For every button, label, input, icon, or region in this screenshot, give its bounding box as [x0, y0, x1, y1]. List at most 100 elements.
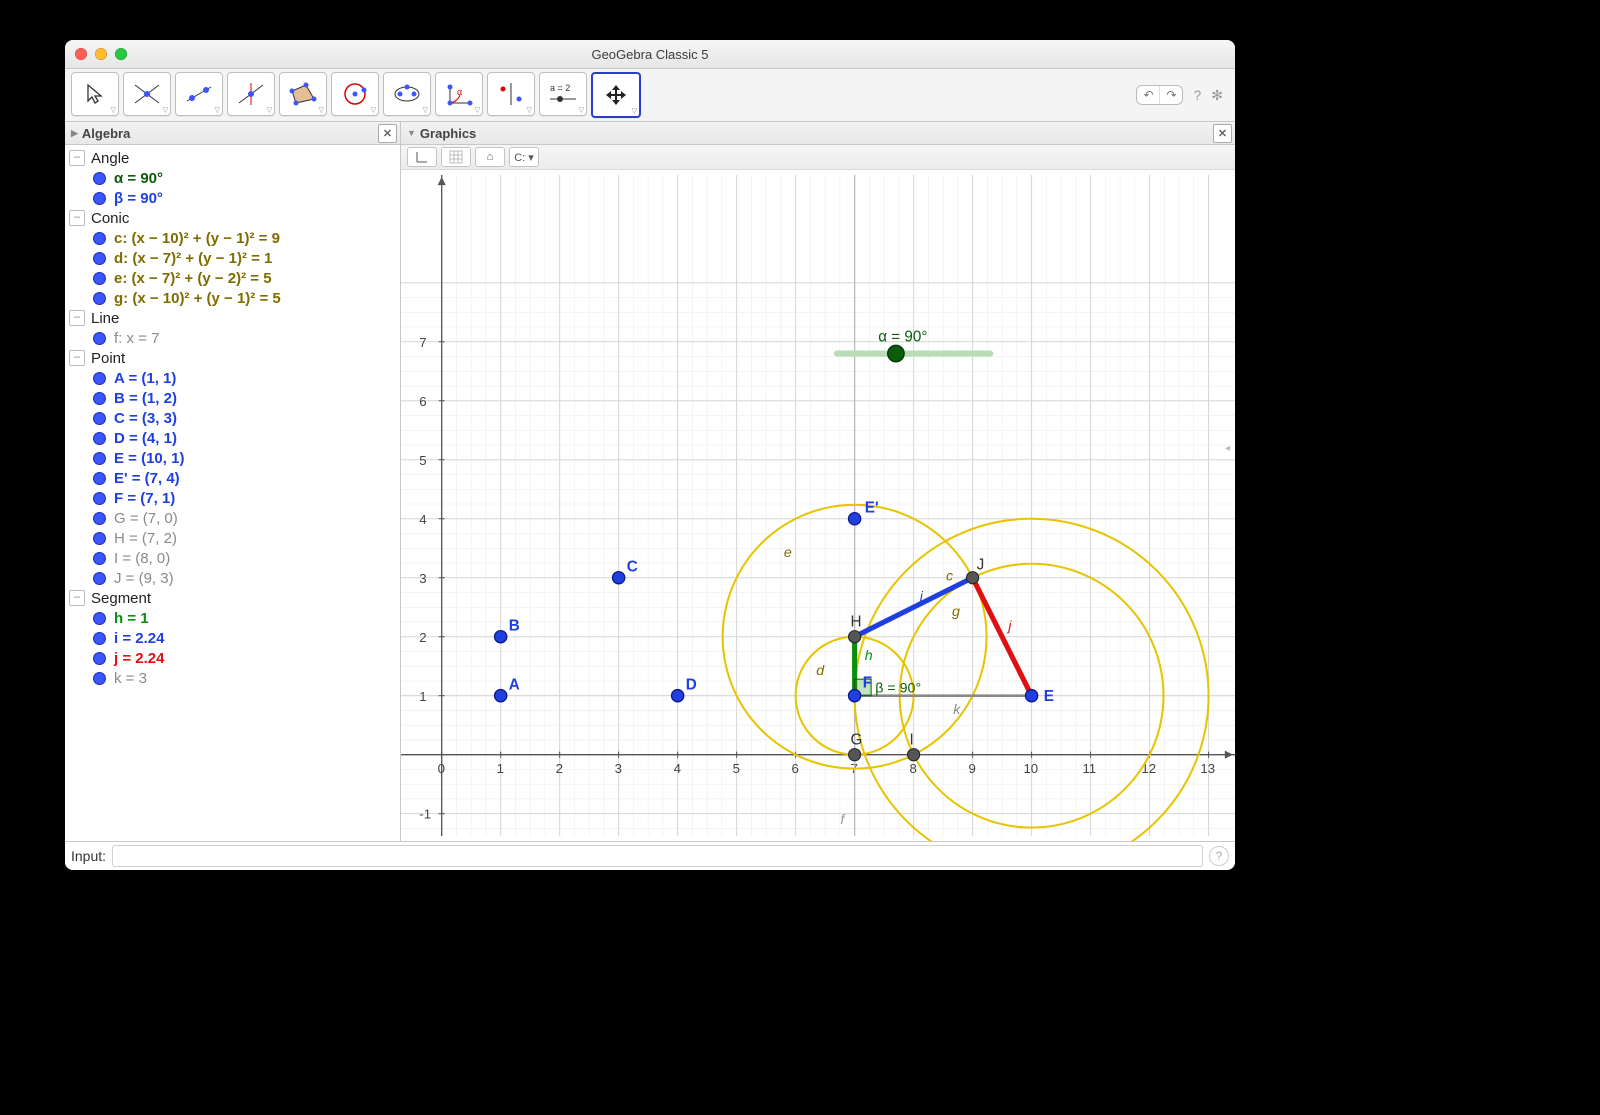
- algebra-item[interactable]: F = (7, 1): [69, 488, 400, 508]
- algebra-category[interactable]: –Point: [69, 348, 400, 368]
- snap-menu-button[interactable]: C: ▾: [509, 147, 539, 167]
- algebra-category[interactable]: –Line: [69, 308, 400, 328]
- tool-polygon[interactable]: ▽: [279, 72, 327, 116]
- tool-line-two-points[interactable]: ▽: [175, 72, 223, 116]
- algebra-category[interactable]: –Conic: [69, 208, 400, 228]
- toggle-axes-button[interactable]: [407, 147, 437, 167]
- visibility-dot-icon[interactable]: [93, 652, 106, 665]
- algebra-item[interactable]: E = (10, 1): [69, 448, 400, 468]
- svg-text:E': E': [865, 500, 879, 517]
- collapse-icon[interactable]: ▼: [407, 128, 416, 138]
- algebra-item[interactable]: J = (9, 3): [69, 568, 400, 588]
- visibility-dot-icon[interactable]: [93, 372, 106, 385]
- algebra-list[interactable]: –Angleα = 90°β = 90°–Conicc: (x − 10)² +…: [65, 145, 400, 841]
- undo-button[interactable]: ↶: [1137, 86, 1159, 104]
- collapse-icon[interactable]: ▶: [71, 128, 78, 139]
- algebra-item[interactable]: e: (x − 7)² + (y − 2)² = 5: [69, 268, 400, 288]
- close-panel-icon[interactable]: ✕: [1213, 124, 1232, 143]
- visibility-dot-icon[interactable]: [93, 292, 106, 305]
- svg-text:6: 6: [792, 761, 799, 776]
- tool-reflect[interactable]: ▽: [487, 72, 535, 116]
- algebra-item[interactable]: D = (4, 1): [69, 428, 400, 448]
- algebra-item[interactable]: B = (1, 2): [69, 388, 400, 408]
- settings-icon[interactable]: ✻: [1211, 87, 1223, 104]
- collapse-icon[interactable]: –: [69, 150, 85, 166]
- visibility-dot-icon[interactable]: [93, 452, 106, 465]
- input-field[interactable]: [112, 845, 1203, 867]
- collapse-icon[interactable]: –: [69, 590, 85, 606]
- visibility-dot-icon[interactable]: [93, 232, 106, 245]
- algebra-item-label: E = (10, 1): [114, 450, 184, 467]
- visibility-dot-icon[interactable]: [93, 272, 106, 285]
- algebra-item[interactable]: d: (x − 7)² + (y − 1)² = 1: [69, 248, 400, 268]
- input-help-icon[interactable]: ?: [1209, 846, 1229, 866]
- visibility-dot-icon[interactable]: [93, 472, 106, 485]
- help-icon[interactable]: ?: [1193, 87, 1201, 103]
- visibility-dot-icon[interactable]: [93, 392, 106, 405]
- algebra-item[interactable]: H = (7, 2): [69, 528, 400, 548]
- redo-button[interactable]: ↷: [1159, 86, 1182, 104]
- visibility-dot-icon[interactable]: [93, 532, 106, 545]
- algebra-item[interactable]: G = (7, 0): [69, 508, 400, 528]
- visibility-dot-icon[interactable]: [93, 252, 106, 265]
- algebra-panel-header[interactable]: ▶ Algebra ✕: [65, 122, 400, 145]
- algebra-item[interactable]: A = (1, 1): [69, 368, 400, 388]
- collapse-icon[interactable]: –: [69, 210, 85, 226]
- tool-move-graphics[interactable]: ▽: [591, 72, 641, 118]
- visibility-dot-icon[interactable]: [93, 172, 106, 185]
- visibility-dot-icon[interactable]: [93, 412, 106, 425]
- svg-text:8: 8: [910, 761, 917, 776]
- svg-text:β = 90°: β = 90°: [875, 681, 921, 697]
- tool-perpendicular-line[interactable]: ▽: [227, 72, 275, 116]
- algebra-item[interactable]: k = 3: [69, 668, 400, 688]
- visibility-dot-icon[interactable]: [93, 332, 106, 345]
- algebra-item[interactable]: i = 2.24: [69, 628, 400, 648]
- visibility-dot-icon[interactable]: [93, 552, 106, 565]
- svg-text:1: 1: [497, 761, 504, 776]
- titlebar[interactable]: GeoGebra Classic 5: [65, 40, 1235, 69]
- visibility-dot-icon[interactable]: [93, 572, 106, 585]
- algebra-item-label: g: (x − 10)² + (y − 1)² = 5: [114, 290, 281, 307]
- home-view-button[interactable]: ⌂: [475, 147, 505, 167]
- visibility-dot-icon[interactable]: [93, 192, 106, 205]
- algebra-item[interactable]: α = 90°: [69, 168, 400, 188]
- close-panel-icon[interactable]: ✕: [378, 124, 397, 143]
- graphics-panel-header[interactable]: ▼ Graphics ✕: [401, 122, 1235, 145]
- tool-intersection-point[interactable]: ▽: [123, 72, 171, 116]
- algebra-item-label: F = (7, 1): [114, 490, 175, 507]
- graphics-canvas[interactable]: 012345678910111213-2-11234567fedcghijkβ …: [401, 170, 1235, 841]
- toggle-grid-button[interactable]: [441, 147, 471, 167]
- graphics-panel-title: Graphics: [420, 126, 476, 141]
- algebra-category[interactable]: –Segment: [69, 588, 400, 608]
- collapse-icon[interactable]: –: [69, 310, 85, 326]
- svg-text:5: 5: [733, 761, 740, 776]
- algebra-item[interactable]: j = 2.24: [69, 648, 400, 668]
- tool-cursor[interactable]: ▽: [71, 72, 119, 116]
- algebra-item-label: I = (8, 0): [114, 550, 170, 567]
- algebra-item[interactable]: h = 1: [69, 608, 400, 628]
- tool-angle[interactable]: α▽: [435, 72, 483, 116]
- algebra-item[interactable]: g: (x − 10)² + (y − 1)² = 5: [69, 288, 400, 308]
- visibility-dot-icon[interactable]: [93, 432, 106, 445]
- tool-slider[interactable]: a = 2▽: [539, 72, 587, 116]
- algebra-item[interactable]: C = (3, 3): [69, 408, 400, 428]
- algebra-item[interactable]: c: (x − 10)² + (y − 1)² = 9: [69, 228, 400, 248]
- sidebar-handle-icon[interactable]: ◂: [1225, 438, 1235, 458]
- tool-circle-center-point[interactable]: ▽: [331, 72, 379, 116]
- algebra-item[interactable]: f: x = 7: [69, 328, 400, 348]
- svg-text:0: 0: [438, 761, 445, 776]
- visibility-dot-icon[interactable]: [93, 672, 106, 685]
- chevron-down-icon: ▽: [632, 107, 637, 115]
- visibility-dot-icon[interactable]: [93, 632, 106, 645]
- algebra-item[interactable]: I = (8, 0): [69, 548, 400, 568]
- algebra-item[interactable]: E' = (7, 4): [69, 468, 400, 488]
- svg-text:α = 90°: α = 90°: [878, 328, 927, 345]
- collapse-icon[interactable]: –: [69, 350, 85, 366]
- svg-text:3: 3: [419, 571, 426, 586]
- algebra-category[interactable]: –Angle: [69, 148, 400, 168]
- visibility-dot-icon[interactable]: [93, 492, 106, 505]
- visibility-dot-icon[interactable]: [93, 512, 106, 525]
- visibility-dot-icon[interactable]: [93, 612, 106, 625]
- algebra-item[interactable]: β = 90°: [69, 188, 400, 208]
- tool-ellipse[interactable]: ▽: [383, 72, 431, 116]
